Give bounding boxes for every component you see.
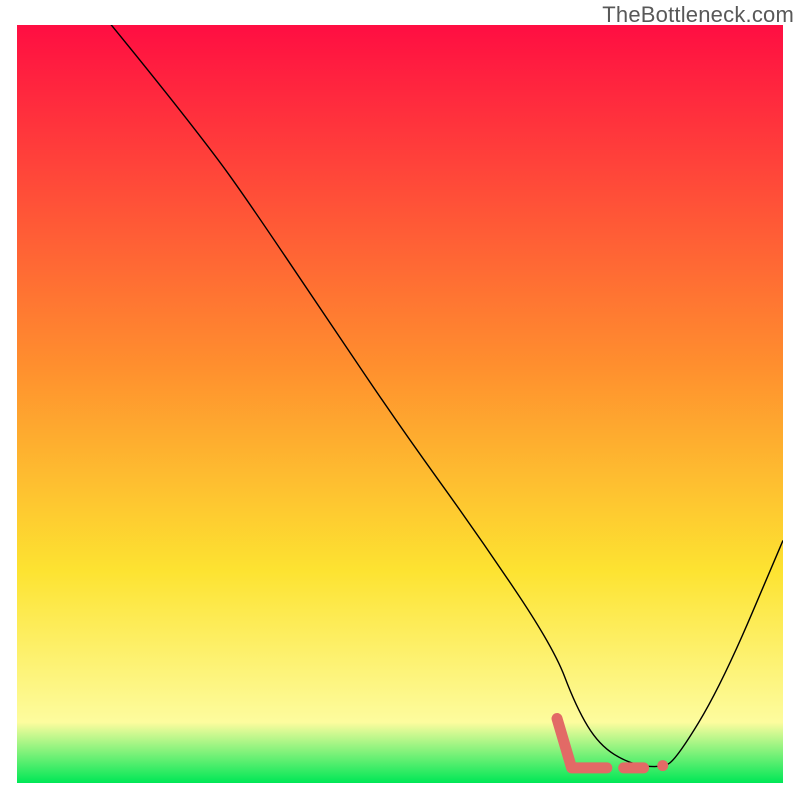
optimal-dot-marker: [657, 760, 668, 771]
chart-plot: [17, 25, 783, 783]
chart-container: TheBottleneck.com: [0, 0, 800, 800]
watermark-text: TheBottleneck.com: [602, 2, 794, 28]
gradient-background: [17, 25, 783, 783]
